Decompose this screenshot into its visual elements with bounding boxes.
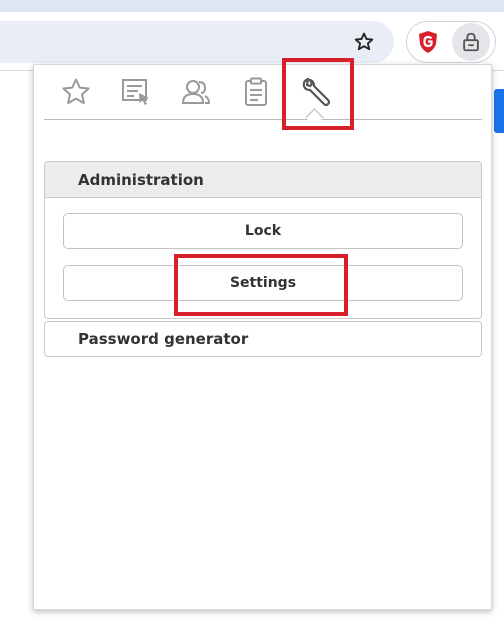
bookmark-star-icon[interactable] [350,28,378,56]
address-bar[interactable] [0,21,394,63]
browser-top-strip [0,0,504,12]
password-generator-section[interactable]: Password generator [44,321,482,357]
browser-toolbar [0,12,504,71]
padlock-icon[interactable] [452,23,490,61]
star-icon [60,76,92,112]
password-manager-popup: Administration Lock Settings Password ge… [33,64,492,610]
administration-title: Administration [78,170,204,189]
lock-button[interactable]: Lock [63,213,463,249]
settings-button[interactable]: Settings [63,265,463,301]
administration-section: Administration Lock Settings [44,161,482,319]
tab-logins[interactable] [116,75,156,113]
popup-tab-bar [44,65,484,121]
wrench-icon [299,75,333,113]
password-generator-title: Password generator [78,330,249,348]
tab-favorites[interactable] [56,75,96,113]
gdata-shield-icon[interactable] [414,28,442,56]
page-button-edge [494,89,504,133]
tab-tools[interactable] [296,75,336,113]
tab-identities[interactable] [176,75,216,113]
tab-notes[interactable] [236,75,276,113]
administration-header[interactable]: Administration [45,162,481,198]
settings-button-label: Settings [229,275,297,291]
contacts-icon [180,76,212,112]
tab-divider [44,119,482,120]
clipboard-icon [240,76,272,112]
lock-button-label: Lock [244,223,282,239]
form-list-icon [120,76,152,112]
